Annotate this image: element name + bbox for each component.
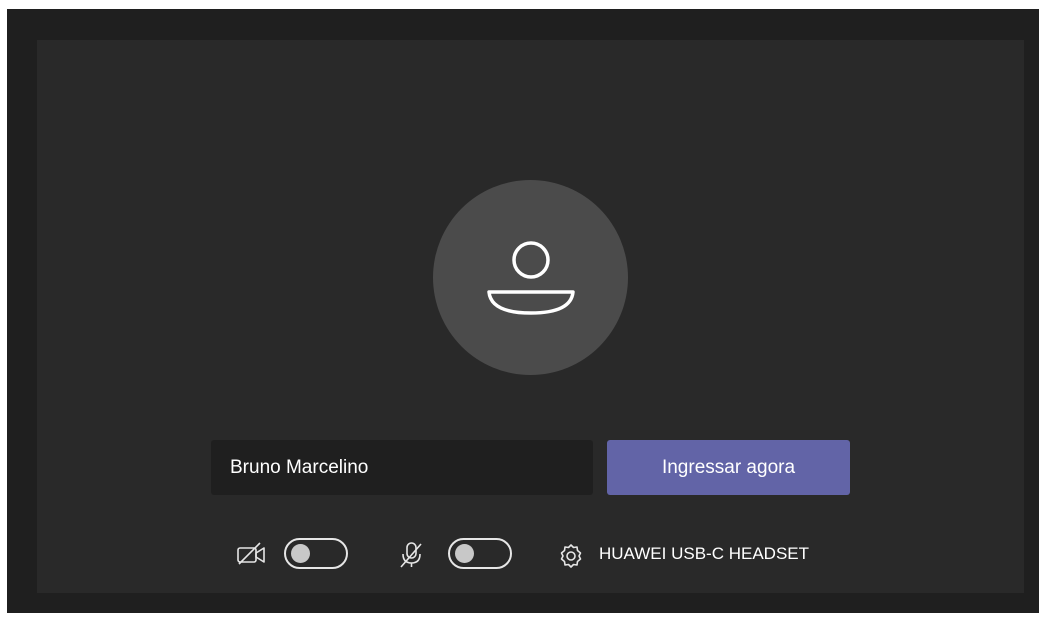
- camera-toggle[interactable]: [284, 538, 348, 569]
- join-now-button[interactable]: Ingressar agora: [607, 440, 850, 495]
- name-input[interactable]: [230, 456, 593, 479]
- prejoin-panel: Ingressar agora: [37, 40, 1024, 593]
- video-off-icon[interactable]: [235, 540, 269, 568]
- device-controls: HUAWEI USB-C HEADSET: [37, 535, 1024, 575]
- name-field[interactable]: [211, 440, 593, 495]
- gear-icon[interactable]: [557, 542, 585, 570]
- camera-toggle-knob: [291, 544, 310, 563]
- mic-off-icon[interactable]: [397, 540, 427, 570]
- microphone-toggle[interactable]: [448, 538, 512, 569]
- avatar: [433, 180, 628, 375]
- person-icon: [487, 241, 575, 315]
- microphone-toggle-knob: [455, 544, 474, 563]
- audio-device-label[interactable]: HUAWEI USB-C HEADSET: [599, 544, 809, 564]
- meeting-prejoin-window: Ingressar agora: [7, 9, 1039, 613]
